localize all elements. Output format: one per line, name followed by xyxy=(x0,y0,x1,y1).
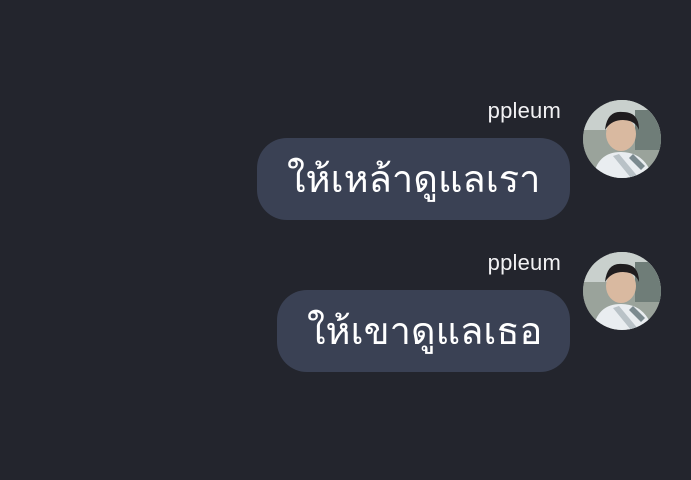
user-avatar[interactable] xyxy=(583,100,661,178)
chat-message: ppleum ให้เขาดูแลเธอ xyxy=(0,248,691,398)
avatar-photo-icon xyxy=(583,100,661,178)
sender-name: ppleum xyxy=(487,250,561,275)
message-bubble[interactable]: ให้เหล้าดูแลเรา xyxy=(257,138,570,220)
chat-thread: ppleum ให้เหล้าดูแลเรา ppleum ให้เขาดูแล… xyxy=(0,0,691,480)
message-bubble[interactable]: ให้เขาดูแลเธอ xyxy=(277,290,570,372)
chat-message: ppleum ให้เหล้าดูแลเรา xyxy=(0,96,691,246)
avatar-photo-icon xyxy=(583,252,661,330)
sender-name: ppleum xyxy=(487,98,561,123)
user-avatar[interactable] xyxy=(583,252,661,330)
